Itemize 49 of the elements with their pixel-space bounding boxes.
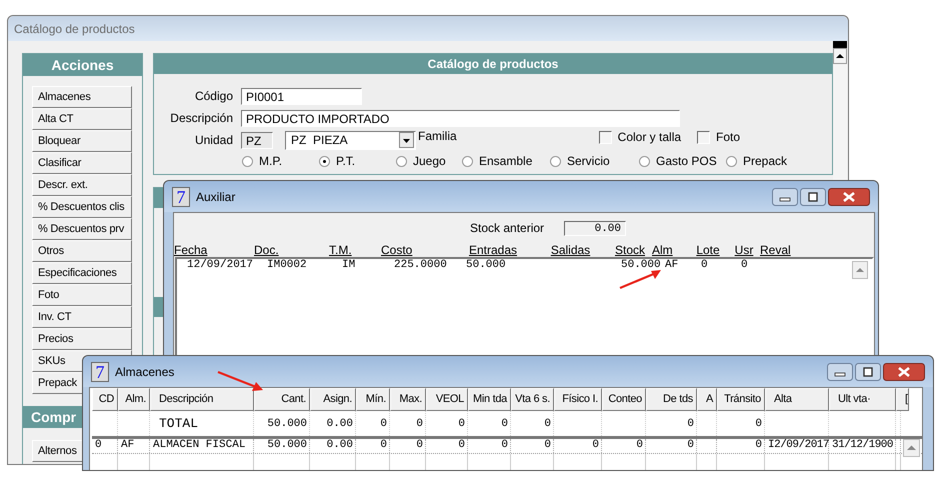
window-title: Almacenes [115, 364, 174, 378]
table-cell: 0.00 [326, 418, 353, 430]
table-cell: 0 [544, 418, 551, 430]
table-cell: 0 [687, 418, 694, 430]
stock-field: 0.00 [564, 220, 626, 236]
table-cell: 0 [592, 439, 599, 453]
table-cell: 50.000 [466, 259, 506, 273]
table-cell: 0 [458, 439, 465, 453]
table-cell: 0 [501, 418, 508, 430]
window-title: Catálogo de productos [14, 22, 135, 36]
table-cell: 0 [501, 439, 508, 453]
table-cell: 0 [416, 439, 423, 453]
panel-header: Catálogo de productos [154, 54, 832, 74]
table-cell: 0 [755, 418, 762, 430]
table-cell: I2/09/2017 [768, 439, 830, 453]
table-cell: 0.00 [326, 439, 353, 453]
field-label: Stock anterior [470, 221, 546, 235]
field-label: Unidad [194, 133, 233, 147]
table-cell: AF [121, 439, 134, 453]
table-cell: 50.000 [267, 439, 307, 453]
field-label: Descripción [169, 111, 233, 125]
table-cell: 50.000 [621, 259, 661, 273]
table-cell: 0 [544, 439, 551, 453]
field-label: Familia [418, 129, 457, 143]
app-icon: 7 [172, 186, 190, 206]
panel-header: Acciones [23, 54, 142, 76]
table-cell: 0 [380, 418, 387, 430]
table-cell: 0 [755, 439, 762, 453]
app-icon: 7 [91, 362, 109, 382]
table-cell: 12/09/2017 [187, 259, 254, 273]
table-cell: AF [665, 259, 678, 273]
table-cell: 0 [458, 418, 465, 430]
table-cell: IM [342, 259, 356, 273]
table-cell: ALMACEN FISCAL [153, 439, 246, 453]
unit-code-field: PZ [241, 132, 273, 148]
table-cell: 0 [95, 439, 102, 453]
table-cell: 0 [380, 439, 387, 453]
table-cell: IM0002 [267, 259, 307, 273]
table-cell-text: TOTAL [158, 416, 198, 431]
table-cell: 0 [416, 418, 423, 430]
table-cell: 0 [687, 439, 694, 453]
table-cell: 0 [701, 259, 708, 273]
table-cell: 31/12/1900 [832, 439, 894, 453]
field-label: Código [194, 89, 233, 103]
table-cell: 0 [741, 259, 748, 273]
table-cell: 225.0000 [394, 259, 447, 273]
window-title: Auxiliar [196, 190, 236, 204]
table-cell: 0 [636, 439, 643, 453]
table-cell: 50.000 [267, 418, 307, 430]
